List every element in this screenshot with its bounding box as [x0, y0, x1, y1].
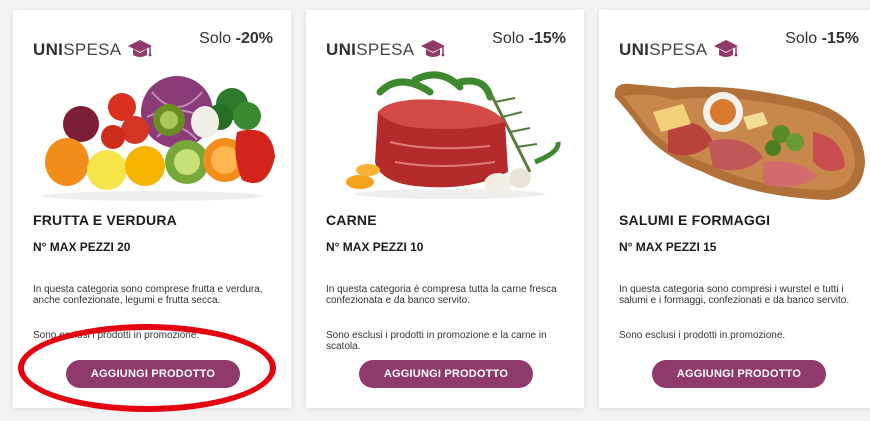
discount-prefix: Solo: [492, 30, 529, 47]
discount-label: Solo -15%: [785, 30, 859, 48]
discount-label: Solo -20%: [199, 30, 273, 48]
discount-prefix: Solo: [199, 30, 236, 47]
add-product-button[interactable]: AGGIUNGI PRODOTTO: [66, 360, 240, 388]
category-title: FRUTTA E VERDURA: [33, 212, 177, 228]
exclusion-note: Sono esclusi i prodotti in promozione.: [33, 330, 200, 341]
graduation-cap-icon: [420, 38, 446, 62]
discount-value: -20%: [235, 30, 273, 47]
category-description: In questa categoria è compresa tutta la …: [326, 284, 557, 306]
add-product-button[interactable]: AGGIUNGI PRODOTTO: [652, 360, 826, 388]
product-card-salumi-formaggi: UNISPESA Solo -15% SALUMI E FORMAGGI N° …: [599, 10, 870, 408]
discount-value: -15%: [528, 30, 566, 47]
unispesa-logo: UNISPESA: [326, 35, 446, 65]
graduation-cap-icon: [713, 38, 739, 62]
exclusion-note: Sono esclusi i prodotti in promozione e …: [326, 330, 547, 352]
logo-bold: UNI: [619, 40, 650, 59]
discount-label: Solo -15%: [492, 30, 566, 48]
raw-meat-image: [346, 71, 561, 199]
max-pieces: N° MAX PEZZI 10: [326, 240, 424, 254]
logo-bold: UNI: [326, 40, 357, 59]
max-pieces: N° MAX PEZZI 20: [33, 240, 131, 254]
discount-value: -15%: [821, 30, 859, 47]
graduation-cap-icon: [127, 38, 153, 62]
add-product-button[interactable]: AGGIUNGI PRODOTTO: [359, 360, 533, 388]
exclusion-note: Sono esclusi i prodotti in promozione.: [619, 330, 786, 341]
category-title: CARNE: [326, 212, 377, 228]
logo-light: SPESA: [63, 40, 122, 59]
unispesa-logo: UNISPESA: [619, 35, 739, 65]
fruit-vegetables-image: [43, 76, 275, 201]
category-description: In questa categoria sono comprese frutta…: [33, 284, 263, 306]
logo-light: SPESA: [649, 40, 708, 59]
max-pieces: N° MAX PEZZI 15: [619, 240, 717, 254]
category-description: In questa categoria sono compresi i wurs…: [619, 284, 850, 306]
logo-bold: UNI: [33, 40, 64, 59]
product-card-carne: UNISPESA Solo -15% CARNE N° MAX PEZZI 10…: [306, 10, 584, 408]
product-card-frutta-verdura: UNISPESA Solo -20% FRUTTA E VERDURA N° M…: [13, 10, 291, 408]
logo-light: SPESA: [356, 40, 415, 59]
discount-prefix: Solo: [785, 30, 822, 47]
unispesa-logo: UNISPESA: [33, 35, 153, 65]
cured-meats-cheese-board-image: [614, 83, 865, 200]
category-title: SALUMI E FORMAGGI: [619, 212, 771, 228]
